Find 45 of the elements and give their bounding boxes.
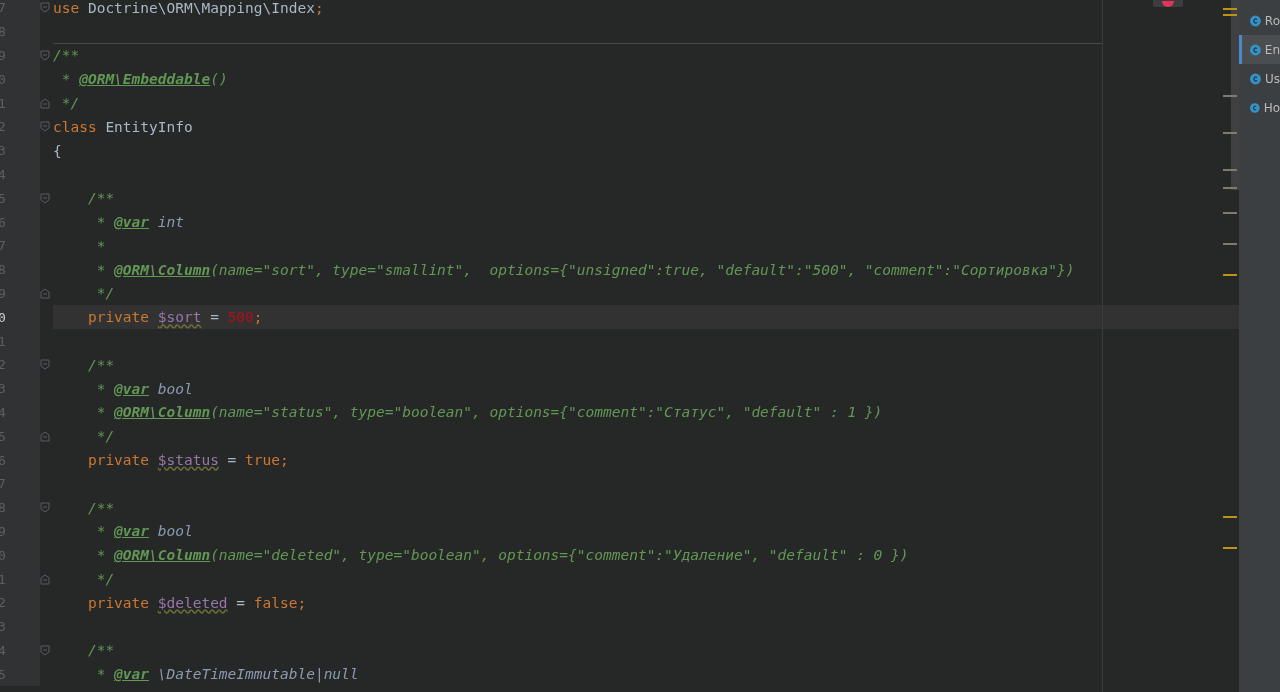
fold-icon[interactable] — [40, 573, 50, 585]
code-line: { — [53, 142, 62, 159]
code-line: /** — [86, 356, 115, 373]
code-line: /** — [86, 190, 115, 207]
code-line: * @var bool — [95, 380, 193, 397]
code-line: * — [95, 237, 106, 254]
code-line: * @var int — [95, 214, 184, 231]
code-line: /** — [53, 47, 80, 64]
fold-icon[interactable] — [40, 359, 50, 371]
structure-item[interactable]: Ho — [1239, 93, 1280, 122]
code-line: * @var bool — [95, 523, 193, 540]
fold-icon[interactable] — [40, 644, 50, 656]
code-line: * @ORM\Embeddable() — [60, 71, 228, 88]
code-line: * @ORM\Column(name="sort", type="smallint", options={"unsigned":true, "default":"500", "comment":"Сортировка"}) — [95, 261, 1075, 278]
structure-item[interactable]: Ro — [1239, 6, 1280, 35]
code-line: private $sort = 500; — [86, 309, 263, 326]
code-editor[interactable] — [0, 0, 1239, 692]
code-line: */ — [95, 428, 115, 445]
fold-icon[interactable] — [40, 430, 50, 442]
class-icon — [1250, 71, 1261, 86]
code-line: * @ORM\Column(name="status", type="boolean", options={"comment":"Статус", "default" : 1 }) — [95, 404, 883, 421]
error-icon — [1162, 1, 1174, 7]
fold-icon[interactable] — [40, 502, 50, 514]
class-icon — [1250, 100, 1260, 115]
fold-icon[interactable] — [40, 2, 50, 14]
code-line: use Doctrine\ORM\Mapping\Index; — [53, 0, 324, 16]
structure-item[interactable]: Us — [1239, 64, 1280, 93]
code-line: private $status = true; — [86, 452, 289, 469]
structure-item[interactable]: En — [1239, 35, 1280, 64]
fold-icon[interactable] — [40, 50, 50, 61]
code-line: */ — [60, 95, 80, 112]
code-line: /** — [86, 642, 115, 659]
fold-icon[interactable] — [40, 121, 50, 133]
fold-icon[interactable] — [40, 97, 50, 109]
code-line: */ — [95, 285, 115, 302]
fold-icon[interactable] — [40, 192, 50, 204]
class-icon — [1250, 13, 1261, 28]
code-line: * @ORM\Column(name="deleted", type="boolean", options={"comment":"Удаление", "default" : 0 }) — [95, 547, 909, 564]
fold-icon[interactable] — [40, 287, 50, 299]
code-line: */ — [95, 571, 115, 587]
class-icon — [1250, 42, 1261, 57]
code-line: class EntityInfo — [53, 118, 193, 135]
code-line: /** — [86, 499, 115, 516]
code-line: * @var \DateTimeImmutable|null — [95, 666, 359, 683]
code-line: private $deleted = false; — [86, 594, 307, 611]
